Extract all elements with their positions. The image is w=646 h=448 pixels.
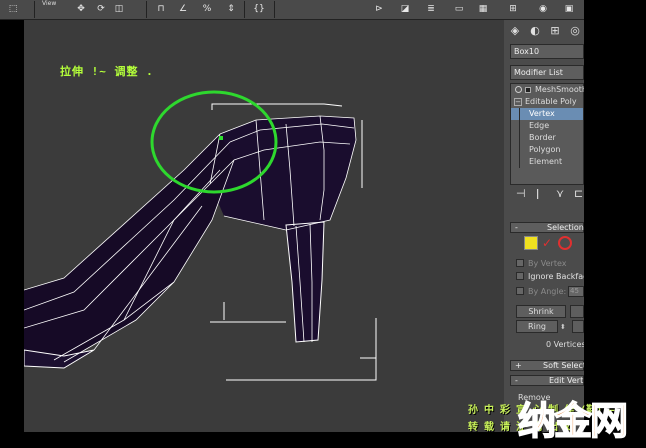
stack-item-polygon[interactable]: Polygon <box>511 144 583 156</box>
heel-cup <box>210 116 356 230</box>
collapse-icon[interactable]: − <box>514 98 522 106</box>
ring-spinner-icon[interactable]: ⬍ <box>560 321 568 333</box>
shrink-button[interactable]: Shrink <box>516 305 566 318</box>
angle-snap-icon[interactable]: ∠ <box>176 2 190 16</box>
edge-mode-icon[interactable]: ✓ <box>542 236 556 250</box>
layer-icon[interactable]: ≣ <box>424 2 438 16</box>
mirror-icon[interactable]: ⊳ <box>372 2 386 16</box>
ring-button[interactable]: Ring <box>516 320 558 333</box>
soft-selection-rollout[interactable]: +Soft Selection <box>510 360 584 371</box>
remove-modifier-icon[interactable]: ⊏ <box>574 187 583 200</box>
by-angle-value[interactable]: 45 <box>568 286 584 297</box>
stack-controls: ⊣ ǀ ⋎ ⊏ <box>510 184 584 202</box>
make-unique-icon[interactable]: ⋎ <box>556 187 564 200</box>
vertex-mode-icon[interactable] <box>524 236 538 250</box>
shoe-body <box>24 134 234 362</box>
show-end-result-icon[interactable]: ǀ <box>536 187 539 200</box>
modifier-stack[interactable]: MeshSmooth − Editable Poly Vertex Edge B… <box>510 83 584 185</box>
perspective-viewport[interactable]: 拉伸 !~ 调整 . <box>24 20 504 432</box>
selection-rollout-header[interactable]: - Selection <box>510 222 584 233</box>
render-icon[interactable]: ▣ <box>562 2 576 16</box>
logo-text: 纳金网 <box>518 399 626 443</box>
expand-box-icon[interactable] <box>525 87 531 93</box>
stack-item-vertex[interactable]: Vertex <box>511 108 583 120</box>
selection-status: 0 Vertices Selected <box>546 340 584 349</box>
viewport-annotation: 拉伸 !~ 调整 . <box>60 65 154 78</box>
heel-stem <box>285 221 325 343</box>
by-angle-checkbox[interactable]: By Angle: <box>516 286 566 297</box>
scale-icon[interactable]: ◫ <box>112 2 126 16</box>
spinner-snap-icon[interactable]: ⇕ <box>224 2 238 16</box>
percent-snap-icon[interactable]: % <box>200 2 214 16</box>
by-vertex-checkbox[interactable]: By Vertex <box>516 258 566 269</box>
object-name-field[interactable]: Box10 <box>510 44 584 59</box>
pin-stack-icon[interactable]: ⊣ <box>516 187 526 200</box>
modifier-list-dropdown[interactable]: Modifier List <box>510 65 584 80</box>
curve-editor-icon[interactable]: ▭ <box>452 2 466 16</box>
hierarchy-tab-icon[interactable]: ⊞ <box>548 24 562 37</box>
view-dropdown-label[interactable]: View <box>42 0 56 7</box>
ignore-backfacing-checkbox[interactable]: Ignore Backfacing <box>516 271 584 282</box>
watermark-logo: 纳金网 <box>517 398 629 444</box>
stack-item-meshsmooth[interactable]: MeshSmooth <box>511 84 584 96</box>
create-tab-icon[interactable]: ◈ <box>508 24 522 37</box>
snap-icon[interactable]: ⊓ <box>154 2 168 16</box>
motion-tab-icon[interactable]: ◎ <box>568 24 582 37</box>
align-icon[interactable]: ◪ <box>398 2 412 16</box>
named-selection-icon[interactable]: {} <box>252 2 266 16</box>
grow-button[interactable] <box>570 305 584 318</box>
move-icon[interactable]: ✥ <box>74 2 88 16</box>
lightbulb-icon[interactable] <box>515 86 522 93</box>
select-icon[interactable]: ⬚ <box>6 2 20 16</box>
material-icon[interactable]: ⊞ <box>506 2 520 16</box>
shoe-wireframe <box>24 90 377 381</box>
stack-item-editable-poly[interactable]: − Editable Poly <box>511 96 583 108</box>
stack-item-element[interactable]: Element <box>511 156 583 168</box>
command-panel: ◈ ◐ ⊞ ◎ Box10 Modifier List MeshSmooth −… <box>504 20 584 432</box>
schematic-icon[interactable]: ▦ <box>476 2 490 16</box>
border-mode-icon[interactable] <box>558 236 572 250</box>
render-setup-icon[interactable]: ◉ <box>536 2 550 16</box>
stack-item-edge[interactable]: Edge <box>511 120 583 132</box>
stack-item-border[interactable]: Border <box>511 132 583 144</box>
selected-vertex[interactable] <box>219 136 223 140</box>
edit-vertices-rollout[interactable]: -Edit Vertices <box>510 375 584 386</box>
loop-button[interactable] <box>572 320 584 333</box>
main-toolbar: View ⬚ ✥ ⟳ ◫ ⊓ ∠ % ⇕ {} ⊳ ◪ ≣ ▭ ▦ ⊞ ◉ ▣ <box>0 0 584 20</box>
rotate-icon[interactable]: ⟳ <box>94 2 108 16</box>
modify-tab-icon[interactable]: ◐ <box>528 24 542 37</box>
